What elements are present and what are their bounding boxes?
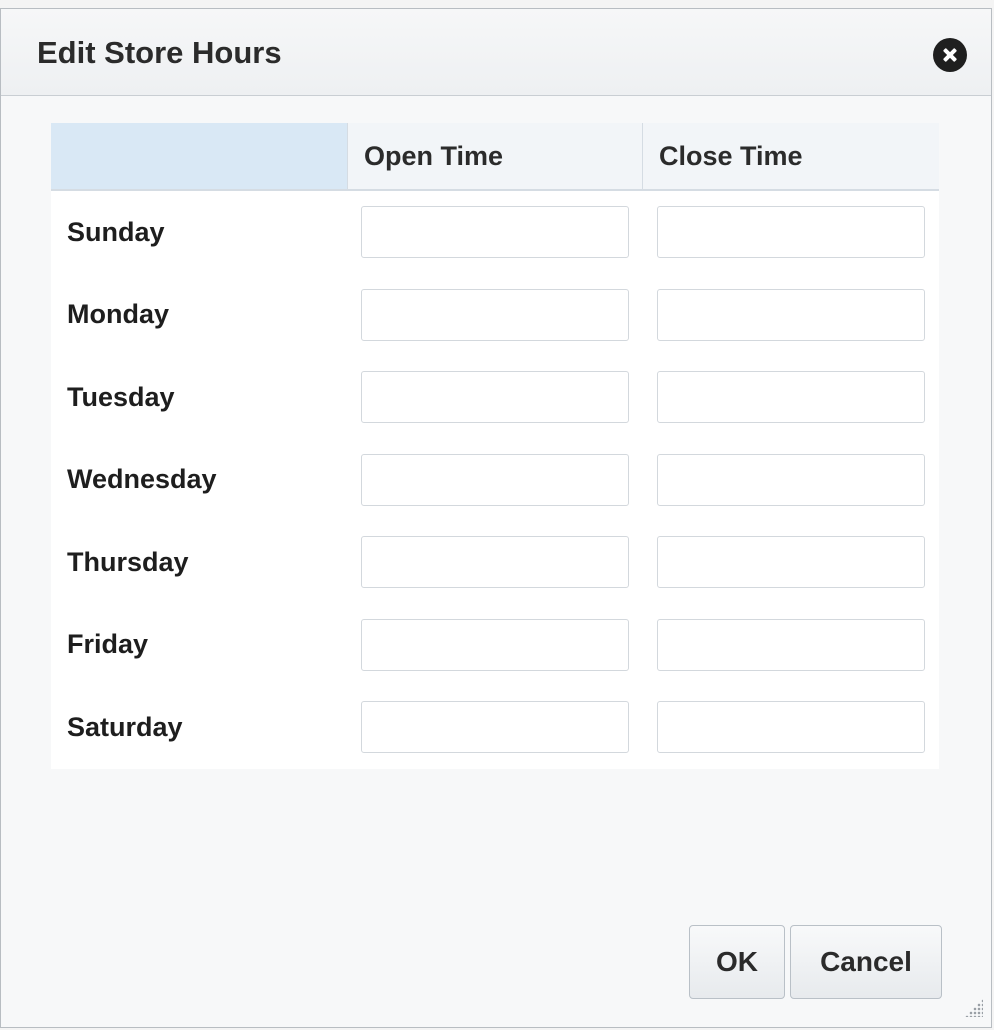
resize-grip-icon[interactable] [965,999,983,1017]
table-row-thursday: Thursday [51,521,939,604]
table-row-wednesday: Wednesday [51,439,939,522]
friday-close-time-input[interactable] [657,618,925,671]
table-header: Open Time Close Time [51,123,939,191]
edit-store-hours-dialog: Edit Store Hours Open Time Close Time Su… [0,8,992,1028]
monday-open-time-input[interactable] [361,288,629,341]
wednesday-open-time-input[interactable] [361,453,629,506]
tuesday-open-time-input[interactable] [361,371,629,424]
table-row-friday: Friday [51,604,939,687]
day-label: Tuesday [67,381,175,412]
close-icon[interactable] [933,38,967,72]
column-header-close-time: Close Time [642,123,939,189]
thursday-close-time-input[interactable] [657,536,925,589]
cancel-button[interactable]: Cancel [790,925,942,999]
day-label: Saturday [67,711,183,742]
sunday-close-time-input[interactable] [657,206,925,259]
day-label: Thursday [67,546,189,577]
day-label: Monday [67,299,170,330]
table-row-tuesday: Tuesday [51,356,939,439]
wednesday-close-time-input[interactable] [657,453,925,506]
table-row-sunday: Sunday [51,191,939,274]
dialog-title: Edit Store Hours [37,35,282,70]
day-label: Friday [67,629,149,660]
tuesday-close-time-input[interactable] [657,371,925,424]
day-label: Wednesday [67,464,217,495]
table-header-day-cell [51,123,347,189]
friday-open-time-input[interactable] [361,618,629,671]
ok-button[interactable]: OK [689,925,785,999]
monday-close-time-input[interactable] [657,288,925,341]
sunday-open-time-input[interactable] [361,206,629,259]
saturday-close-time-input[interactable] [657,701,925,754]
day-label: Sunday [67,216,165,247]
thursday-open-time-input[interactable] [361,536,629,589]
table-row-saturday: Saturday [51,686,939,769]
saturday-open-time-input[interactable] [361,701,629,754]
dialog-header: Edit Store Hours [1,9,991,96]
store-hours-table: Open Time Close Time Sunday Monday Tuesd… [51,123,939,769]
column-header-open-time: Open Time [347,123,642,189]
table-row-monday: Monday [51,274,939,357]
